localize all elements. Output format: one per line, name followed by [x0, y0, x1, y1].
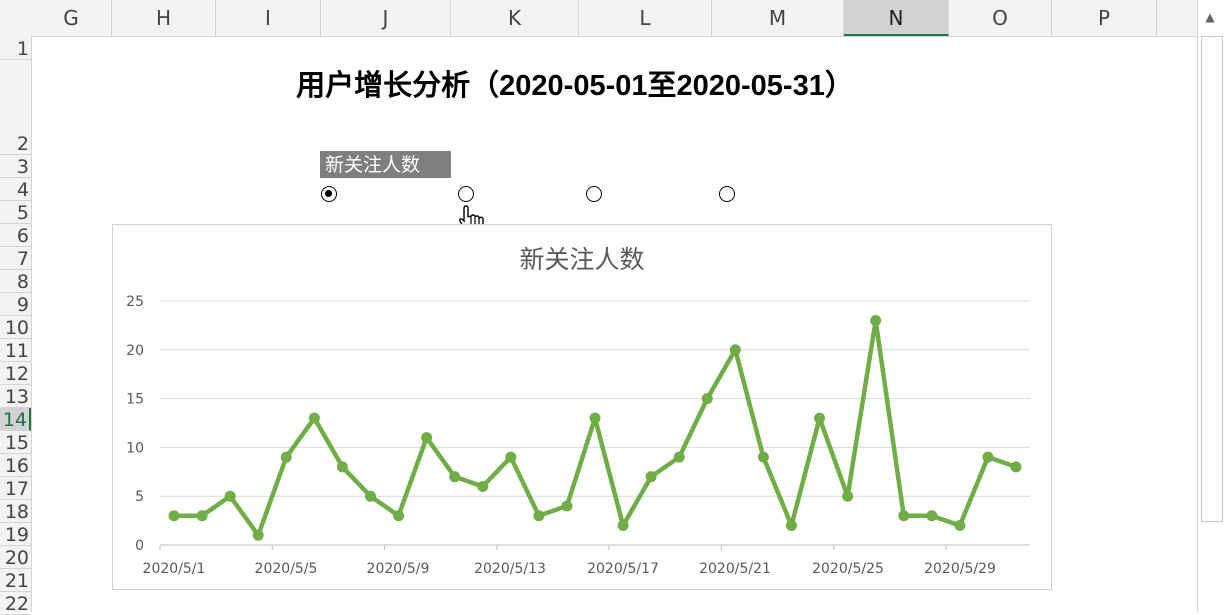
x-tick-label: 2020/5/5 — [255, 561, 318, 577]
data-point[interactable] — [561, 500, 573, 512]
data-point[interactable] — [701, 393, 713, 405]
y-tick-label: 15 — [126, 392, 144, 408]
data-point[interactable] — [1010, 461, 1022, 473]
x-tick-label: 2020/5/17 — [587, 561, 659, 577]
data-point[interactable] — [785, 519, 797, 531]
data-point[interactable] — [477, 480, 489, 492]
x-tick-label: 2020/5/13 — [474, 561, 546, 577]
y-tick-label: 20 — [126, 343, 144, 359]
x-tick-label: 2020/5/21 — [699, 561, 771, 577]
series-line[interactable] — [174, 318, 1017, 538]
data-point[interactable] — [449, 471, 461, 483]
x-tick-label: 2020/5/1 — [143, 561, 206, 577]
data-point[interactable] — [421, 432, 433, 444]
data-point[interactable] — [336, 461, 348, 473]
data-point[interactable] — [364, 490, 376, 502]
data-point[interactable] — [224, 490, 236, 502]
x-tick-label: 2020/5/25 — [812, 561, 884, 577]
x-tick-label: 2020/5/29 — [924, 561, 996, 577]
x-tick-label: 2020/5/9 — [367, 561, 430, 577]
y-tick-label: 5 — [135, 489, 144, 505]
data-point[interactable] — [729, 344, 741, 356]
data-point[interactable] — [926, 510, 938, 522]
data-point[interactable] — [814, 412, 826, 424]
data-point[interactable] — [252, 529, 264, 541]
data-point[interactable] — [870, 315, 882, 327]
line-chart: 0 5 10 15 20 25 2020/5/1 2020/5/5 2020/5/9 2020/5… — [126, 294, 1030, 577]
data-point[interactable] — [505, 451, 517, 463]
data-point[interactable] — [673, 451, 685, 463]
data-point[interactable] — [280, 451, 292, 463]
data-point[interactable] — [982, 451, 994, 463]
data-point[interactable] — [168, 510, 180, 522]
data-point[interactable] — [589, 412, 601, 424]
data-point[interactable] — [308, 412, 320, 424]
data-point[interactable] — [954, 519, 966, 531]
data-point[interactable] — [645, 471, 657, 483]
y-tick-label: 0 — [135, 538, 144, 554]
data-point[interactable] — [842, 490, 854, 502]
data-point[interactable] — [898, 510, 910, 522]
data-point[interactable] — [617, 519, 629, 531]
y-tick-label: 10 — [126, 440, 144, 456]
y-tick-label: 25 — [126, 294, 144, 310]
data-point[interactable] — [757, 451, 769, 463]
data-point[interactable] — [533, 510, 545, 522]
data-point[interactable] — [393, 510, 405, 522]
data-point[interactable] — [196, 510, 208, 522]
